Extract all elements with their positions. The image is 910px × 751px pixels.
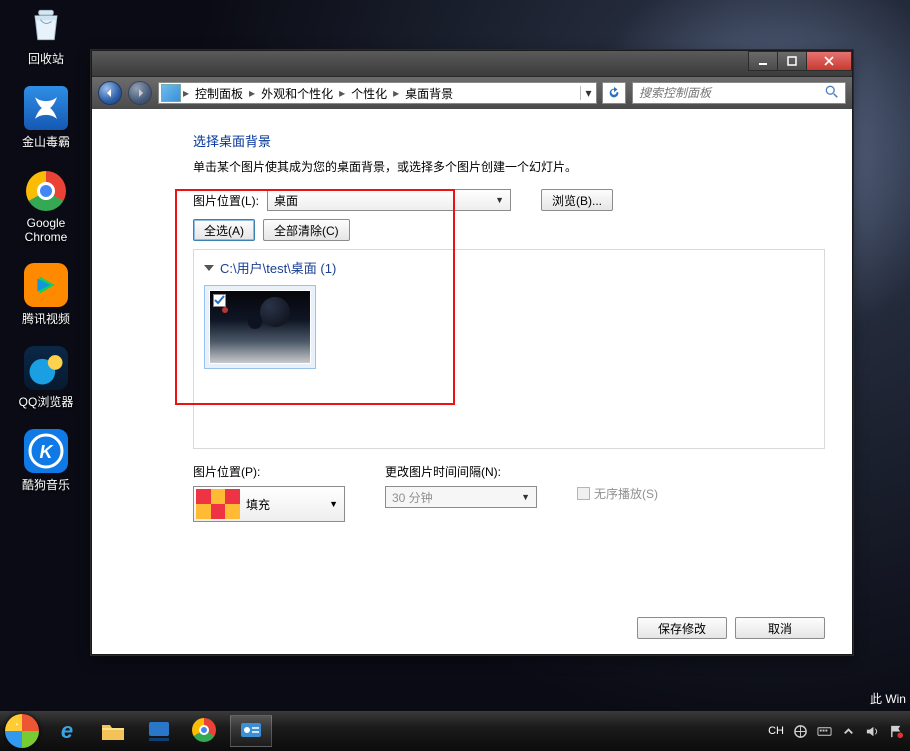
breadcrumb-seg[interactable]: 控制面板 — [189, 83, 249, 103]
desk-icon-label: Google Chrome — [25, 216, 68, 244]
picture-position-value: 填充 — [246, 496, 270, 513]
chevron-down-icon: ▼ — [495, 195, 504, 205]
folder-path: C:\用户\test\桌面 (1) — [220, 258, 336, 277]
refresh-button[interactable] — [602, 82, 626, 104]
breadcrumb-seg[interactable]: 个性化 — [345, 83, 393, 103]
maximize-button[interactable] — [777, 51, 807, 71]
breadcrumb-dropdown[interactable]: ▾ — [580, 86, 596, 100]
picture-location-value: 桌面 — [274, 192, 298, 209]
taskbar-item-app[interactable] — [138, 715, 180, 747]
cancel-button[interactable]: 取消 — [735, 617, 825, 639]
start-button[interactable] — [0, 711, 44, 751]
breadcrumb-seg[interactable]: 外观和个性化 — [255, 83, 339, 103]
desk-icon-tencent-video[interactable]: 腾讯视频 — [6, 262, 86, 327]
breadcrumb-seg[interactable]: 桌面背景 — [399, 83, 459, 103]
tray-ime-indicator[interactable]: CH — [768, 725, 784, 737]
save-button[interactable]: 保存修改 — [637, 617, 727, 639]
tray-chevron-icon[interactable] — [840, 723, 856, 739]
desk-icon-label: 腾讯视频 — [22, 310, 70, 327]
thumbnail-checkbox[interactable] — [213, 294, 226, 307]
search-input[interactable] — [637, 85, 825, 101]
back-button[interactable] — [98, 81, 122, 105]
ie-icon: e — [61, 718, 73, 744]
shuffle-label: 无序播放(S) — [594, 485, 658, 502]
desktop-icons: 回收站 金山毒霸 Google Chrome 腾讯视频 QQ浏览器 K 酷狗音乐 — [6, 2, 86, 511]
dialog-buttons: 保存修改 取消 — [637, 617, 825, 639]
tray-keyboard-icon[interactable] — [816, 723, 832, 739]
nav-toolbar: ▸ 控制面板 ▸ 外观和个性化 ▸ 个性化 ▸ 桌面背景 ▾ — [92, 77, 852, 109]
thumbnail-gallery: C:\用户\test\桌面 (1) — [193, 249, 825, 449]
shuffle-option: 无序播放(S) — [577, 485, 658, 502]
collapse-icon — [204, 265, 214, 271]
control-panel-window: ▸ 控制面板 ▸ 外观和个性化 ▸ 个性化 ▸ 桌面背景 ▾ 选择桌面背景 单击… — [91, 50, 853, 655]
page-description: 单击某个图片使其成为您的桌面背景，或选择多个图片创建一个幻灯片。 — [193, 158, 825, 175]
chevron-down-icon: ▼ — [521, 492, 530, 502]
search-icon[interactable] — [825, 85, 841, 101]
lower-options: 图片位置(P): 填充 ▼ 更改图片时间间隔(N): 30 分钟 ▼ 无序播放(… — [193, 463, 825, 522]
jinshan-icon — [23, 85, 69, 131]
desk-icon-chrome[interactable]: Google Chrome — [6, 168, 86, 244]
picture-position-combo[interactable]: 填充 ▼ — [193, 486, 345, 522]
interval-combo: 30 分钟 ▼ — [385, 486, 537, 508]
desk-icon-recycle-bin[interactable]: 回收站 — [6, 2, 86, 67]
chevron-down-icon: ▼ — [329, 499, 338, 509]
interval-value: 30 分钟 — [392, 489, 433, 506]
tray-flag-icon[interactable] — [888, 723, 904, 739]
position-thumb-icon — [196, 489, 240, 519]
desk-icon-kugou[interactable]: K 酷狗音乐 — [6, 428, 86, 493]
picture-location-combo[interactable]: 桌面 ▼ — [267, 189, 511, 211]
page-title: 选择桌面背景 — [193, 131, 825, 150]
recycle-bin-icon — [23, 2, 69, 48]
control-panel-icon — [238, 718, 264, 744]
taskbar-item-control-panel[interactable] — [230, 715, 272, 747]
svg-text:K: K — [40, 442, 55, 462]
minimize-button[interactable] — [748, 51, 778, 71]
kugou-icon: K — [23, 428, 69, 474]
taskbar-item-chrome[interactable] — [184, 715, 226, 747]
browse-button[interactable]: 浏览(B)... — [541, 189, 613, 211]
wallpaper-thumbnail[interactable] — [204, 285, 316, 369]
desk-icon-label: 回收站 — [28, 50, 64, 67]
taskbar-item-ie[interactable]: e — [46, 715, 88, 747]
forward-button[interactable] — [128, 81, 152, 105]
picture-position-label: 图片位置(P): — [193, 463, 345, 480]
desk-icon-label: QQ浏览器 — [19, 393, 74, 410]
tray-volume-icon[interactable] — [864, 723, 880, 739]
desktop-watermark: 此 Win — [870, 690, 906, 707]
titlebar[interactable] — [92, 51, 852, 77]
folder-header[interactable]: C:\用户\test\桌面 (1) — [204, 258, 814, 277]
close-button[interactable] — [806, 51, 852, 71]
app-icon — [146, 718, 172, 744]
explorer-icon — [100, 718, 126, 744]
chrome-icon — [23, 168, 69, 214]
clear-all-button[interactable]: 全部清除(C) — [263, 219, 350, 241]
start-orb-icon — [5, 714, 39, 748]
select-all-button[interactable]: 全选(A) — [193, 219, 255, 241]
interval-label: 更改图片时间间隔(N): — [385, 463, 537, 480]
desk-icon-qq-browser[interactable]: QQ浏览器 — [6, 345, 86, 410]
tencent-video-icon — [23, 262, 69, 308]
qq-browser-icon — [23, 345, 69, 391]
client-area: 选择桌面背景 单击某个图片使其成为您的桌面背景，或选择多个图片创建一个幻灯片。 … — [93, 109, 851, 653]
tray-ime-wheel-icon[interactable] — [792, 723, 808, 739]
desk-icon-label: 酷狗音乐 — [22, 476, 70, 493]
search-box[interactable] — [632, 82, 846, 104]
picture-location-label: 图片位置(L): — [193, 192, 259, 209]
desk-icon-jinshan[interactable]: 金山毒霸 — [6, 85, 86, 150]
taskbar-item-explorer[interactable] — [92, 715, 134, 747]
desk-icon-label: 金山毒霸 — [22, 133, 70, 150]
breadcrumb[interactable]: ▸ 控制面板 ▸ 外观和个性化 ▸ 个性化 ▸ 桌面背景 ▾ — [158, 82, 597, 104]
chrome-icon — [192, 718, 218, 744]
taskbar[interactable]: e CH — [0, 711, 910, 751]
breadcrumb-icon — [161, 84, 181, 102]
shuffle-checkbox — [577, 487, 590, 500]
system-tray[interactable]: CH — [768, 723, 910, 739]
